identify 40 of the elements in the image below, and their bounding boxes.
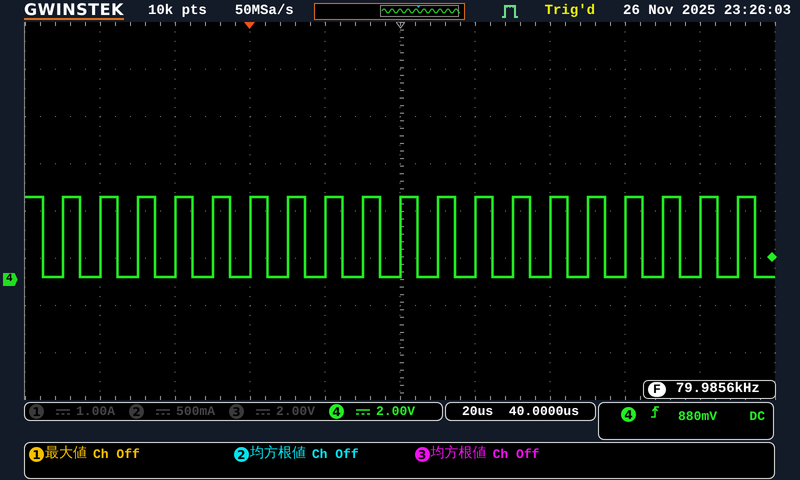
measurement-value: Ch Off <box>312 446 359 464</box>
dc-coupling-icon <box>256 408 270 416</box>
channel-number[interactable]: 2 <box>129 404 144 419</box>
measurement-name: 最大値 <box>45 444 87 463</box>
channel-number[interactable]: 1 <box>29 404 44 419</box>
channel-marker: 4 <box>3 273 18 286</box>
date-time: 26 Nov 2025 23:26:03 <box>623 2 792 20</box>
channel-scale: 2.00V <box>376 402 416 421</box>
dc-coupling-icon <box>356 408 370 416</box>
center-marker <box>396 22 405 29</box>
frequency-value: 79.9856kHz <box>676 380 760 399</box>
trigger-level: 880mV <box>678 408 718 426</box>
measurement-name: 均方根値 <box>250 444 306 463</box>
measurement-value: Ch Off <box>93 446 140 464</box>
brand-logo: GWINSTEK <box>24 2 124 20</box>
channel-number[interactable]: 4 <box>329 404 344 419</box>
trigger-pulse-icon <box>500 3 519 19</box>
memory-waveform-icon <box>380 5 460 17</box>
measurement-number: 1 <box>29 447 44 462</box>
channel-scale: 2.00V <box>276 402 316 421</box>
channel-scale: 500mA <box>176 402 216 421</box>
measurement-number: 3 <box>414 447 430 462</box>
channel-number[interactable]: 3 <box>229 404 244 419</box>
measurement-name: 均方根値 <box>430 444 487 463</box>
trigger-coupling: DC <box>749 408 765 426</box>
horizontal-position: 40.0000us <box>508 402 579 421</box>
frequency-label: F <box>648 382 666 397</box>
trigger-status: Trig'd <box>544 2 596 20</box>
dc-coupling-icon <box>56 408 70 416</box>
sample-rate: 50MSa/s <box>234 2 294 20</box>
time-scale: 20us <box>462 402 494 421</box>
channel-scale: 1.00A <box>76 402 116 421</box>
dc-coupling-icon <box>156 408 170 416</box>
measurement-value: Ch Off <box>492 446 540 464</box>
rising-edge-icon <box>650 405 660 418</box>
memory-length: 10k pts <box>148 2 207 20</box>
trigger-position-marker <box>244 22 255 29</box>
trigger-source: 4 <box>621 407 636 422</box>
trigger-level-marker <box>767 252 777 262</box>
measurement-number: 2 <box>234 447 249 462</box>
